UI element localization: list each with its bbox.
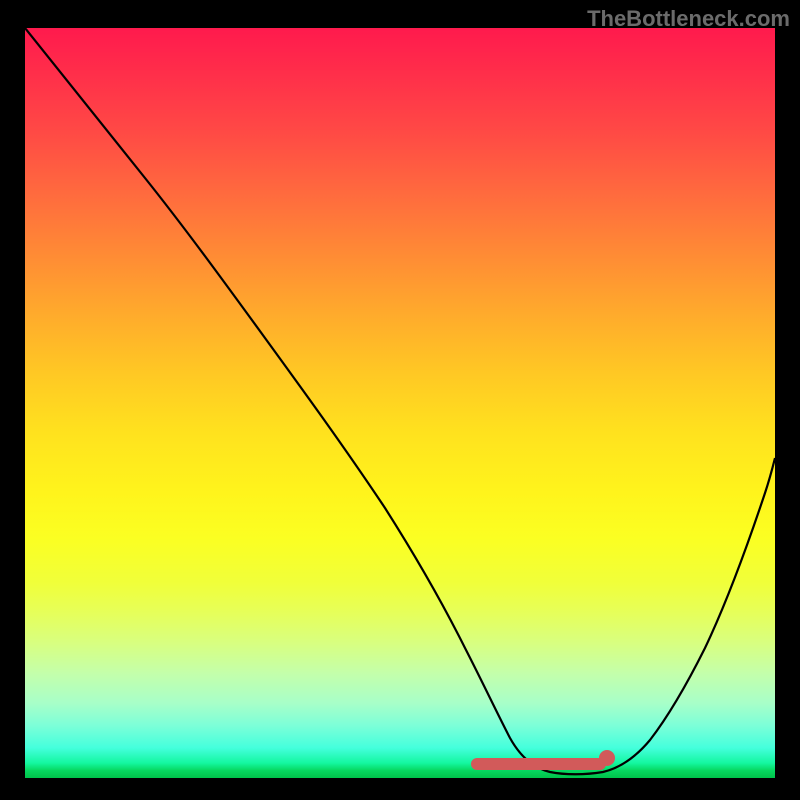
chart-svg (25, 28, 775, 778)
chart-plot-area (25, 28, 775, 778)
bottleneck-curve (25, 28, 775, 774)
optimal-point-marker (599, 750, 615, 766)
watermark-text: TheBottleneck.com (587, 6, 790, 32)
